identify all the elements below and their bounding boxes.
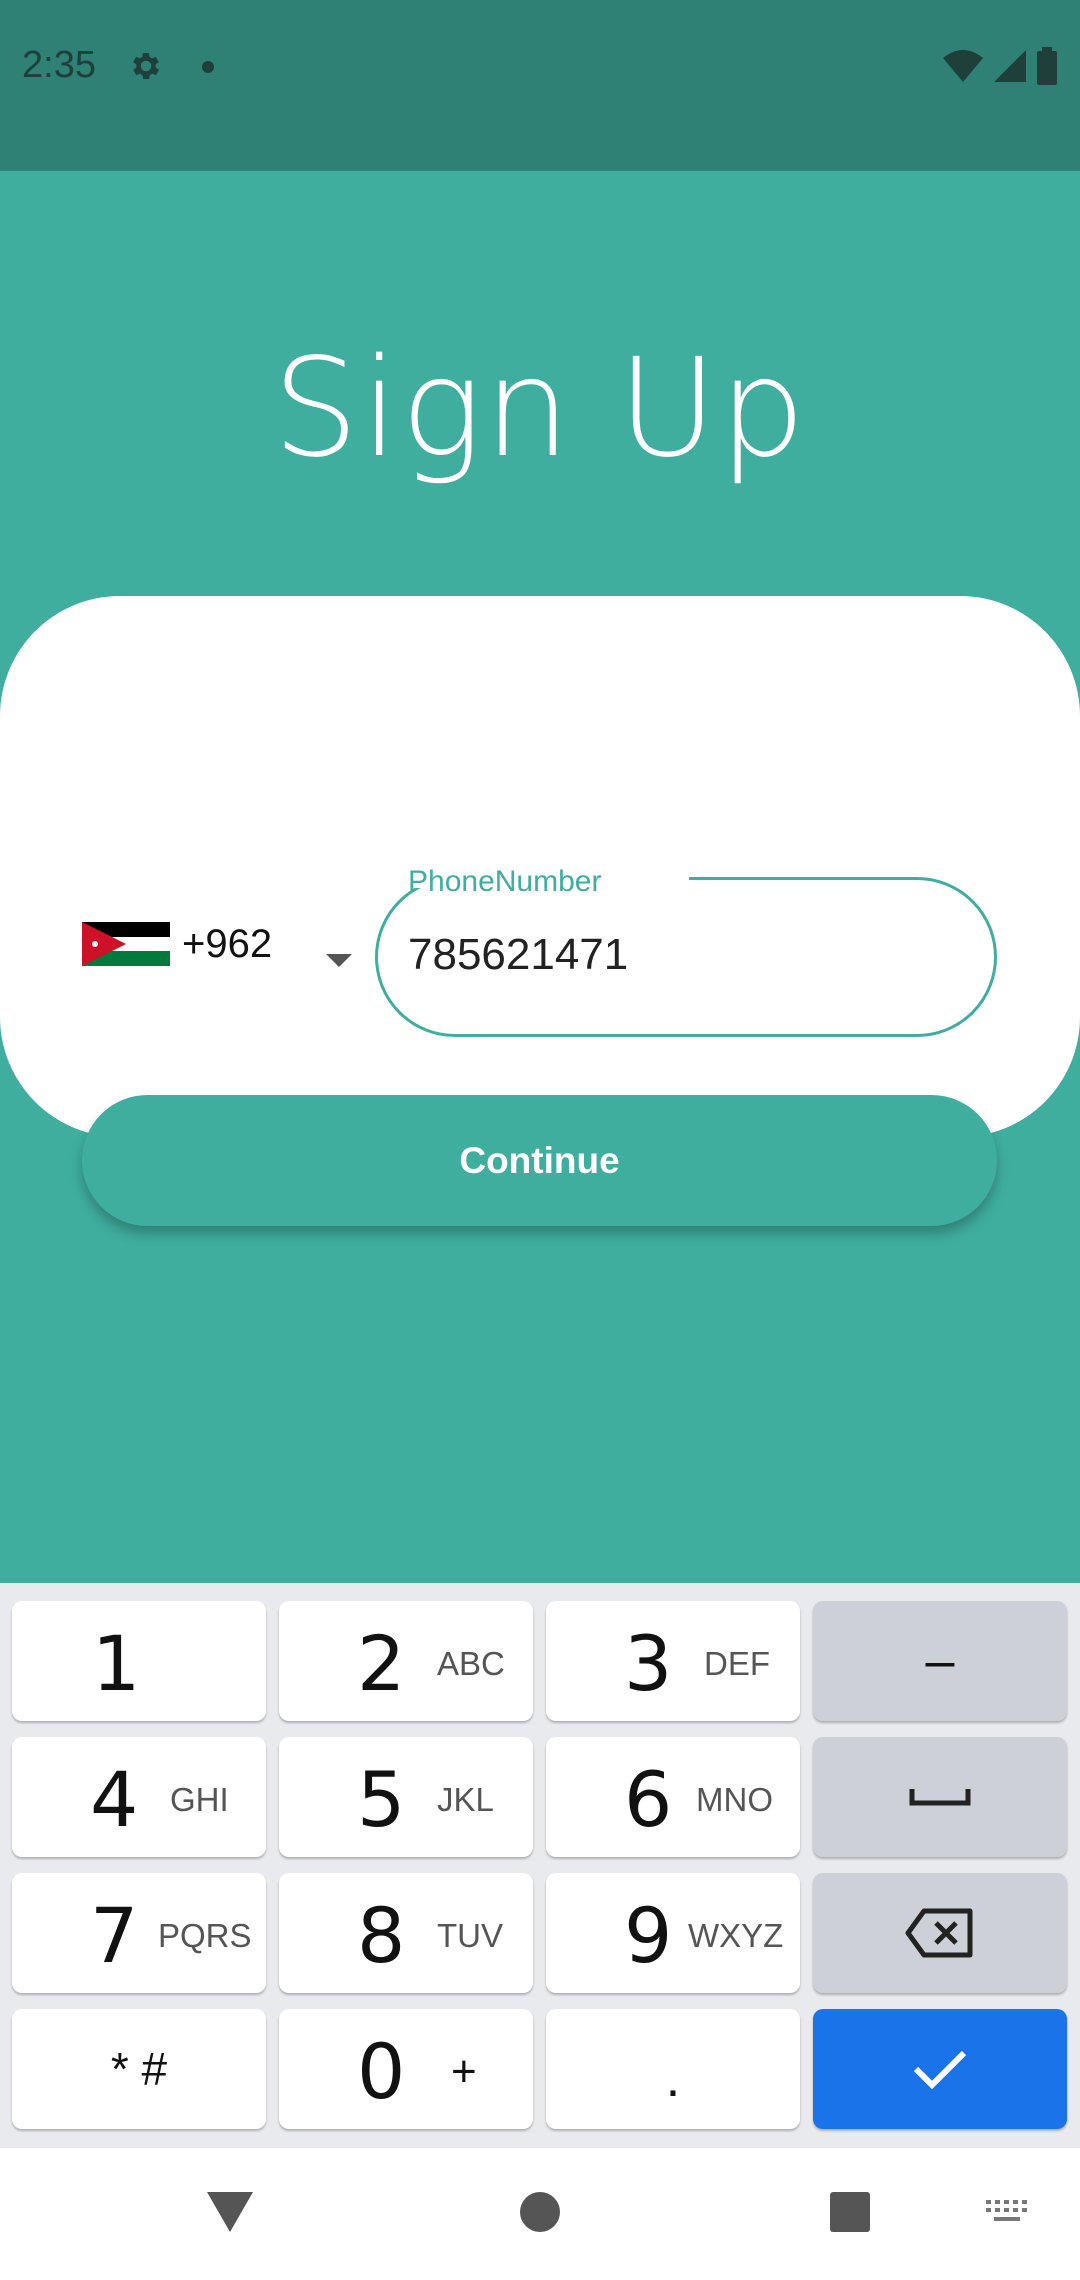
key-2-letters: ABC [437,1645,505,1682]
page-title: Sign Up [272,330,808,488]
country-code: +962 [182,921,273,966]
home-icon[interactable] [518,2190,562,2234]
key-9-letters: WXYZ [688,1917,784,1954]
notification-dot-icon [202,61,214,73]
key-star-hash[interactable]: * # [12,2009,266,2129]
key-4[interactable]: 4 GHI [12,1737,266,1857]
key-6-digit: 6 [624,1755,673,1844]
space-icon [813,1737,1067,1857]
key-6[interactable]: 6 MNO [546,1737,800,1857]
key-0-digit: 0 [357,2027,406,2116]
battery-icon [1037,47,1057,85]
status-time: 2:35 [22,44,96,86]
key-7-letters: PQRS [158,1917,252,1954]
key-9[interactable]: 9 WXYZ [546,1873,800,1993]
key-minus[interactable]: – [813,1601,1067,1721]
key-period[interactable]: . [546,2009,800,2129]
key-backspace[interactable] [813,1873,1067,1993]
key-4-digit: 4 [90,1755,139,1844]
status-icons [942,46,1058,86]
key-5-letters: JKL [437,1781,494,1818]
phone-number-label: PhoneNumber [408,865,602,898]
star-hash-label: * # [110,2043,168,2095]
jordan-flag-icon [82,922,170,966]
backspace-icon [813,1873,1067,1993]
continue-button[interactable]: Continue [82,1095,997,1226]
key-done[interactable] [813,2009,1067,2129]
key-6-letters: MNO [696,1781,773,1818]
gear-icon [133,52,160,80]
continue-label: Continue [459,1139,620,1181]
minus-label: – [925,1632,955,1690]
status-bar: 2:35 [0,0,1080,171]
key-2-digit: 2 [357,1619,406,1708]
key-7-digit: 7 [90,1891,139,1980]
key-3-letters: DEF [704,1645,770,1682]
key-8-letters: TUV [437,1917,503,1954]
key-7[interactable]: 7 PQRS [12,1873,266,1993]
key-3-digit: 3 [624,1619,673,1708]
back-icon[interactable] [205,2188,255,2234]
key-8-digit: 8 [357,1891,406,1980]
key-0[interactable]: 0 + [279,2009,533,2129]
wifi-icon [943,50,983,82]
key-3[interactable]: 3 DEF [546,1601,800,1721]
navigation-bar [0,2148,1080,2280]
key-9-digit: 9 [624,1891,673,1980]
keyboard-switch-icon[interactable] [984,2198,1030,2228]
numeric-keyboard: 1 2 ABC 3 DEF – 4 GHI 5 JKL 6 MNO 7 PQRS… [0,1583,1080,2148]
key-2[interactable]: 2 ABC [279,1601,533,1721]
checkmark-icon [813,2009,1067,2129]
dropdown-arrow-icon[interactable] [326,954,352,967]
key-5[interactable]: 5 JKL [279,1737,533,1857]
period-label: . [665,2050,681,2108]
key-8[interactable]: 8 TUV [279,1873,533,1993]
key-5-digit: 5 [357,1755,406,1844]
key-4-letters: GHI [170,1781,229,1818]
key-1-digit: 1 [92,1619,141,1708]
key-1[interactable]: 1 [12,1601,266,1721]
phone-number-input[interactable]: 785621471 [408,930,628,980]
recents-icon[interactable] [828,2190,872,2234]
signal-icon [994,50,1026,82]
key-space[interactable] [813,1737,1067,1857]
key-0-plus: + [451,2047,477,2096]
country-picker[interactable]: +962 [82,916,272,972]
